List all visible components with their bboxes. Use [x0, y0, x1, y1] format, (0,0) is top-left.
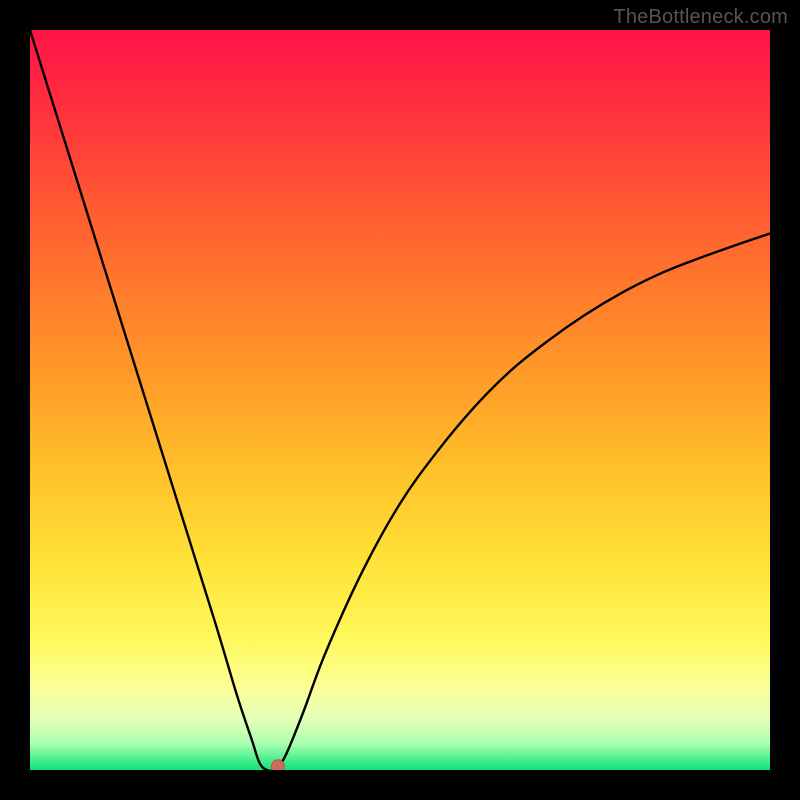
attribution-watermark: TheBottleneck.com — [613, 6, 788, 29]
plot-area — [30, 30, 770, 770]
bottleneck-curve — [30, 30, 770, 770]
chart-frame: TheBottleneck.com — [0, 0, 800, 800]
